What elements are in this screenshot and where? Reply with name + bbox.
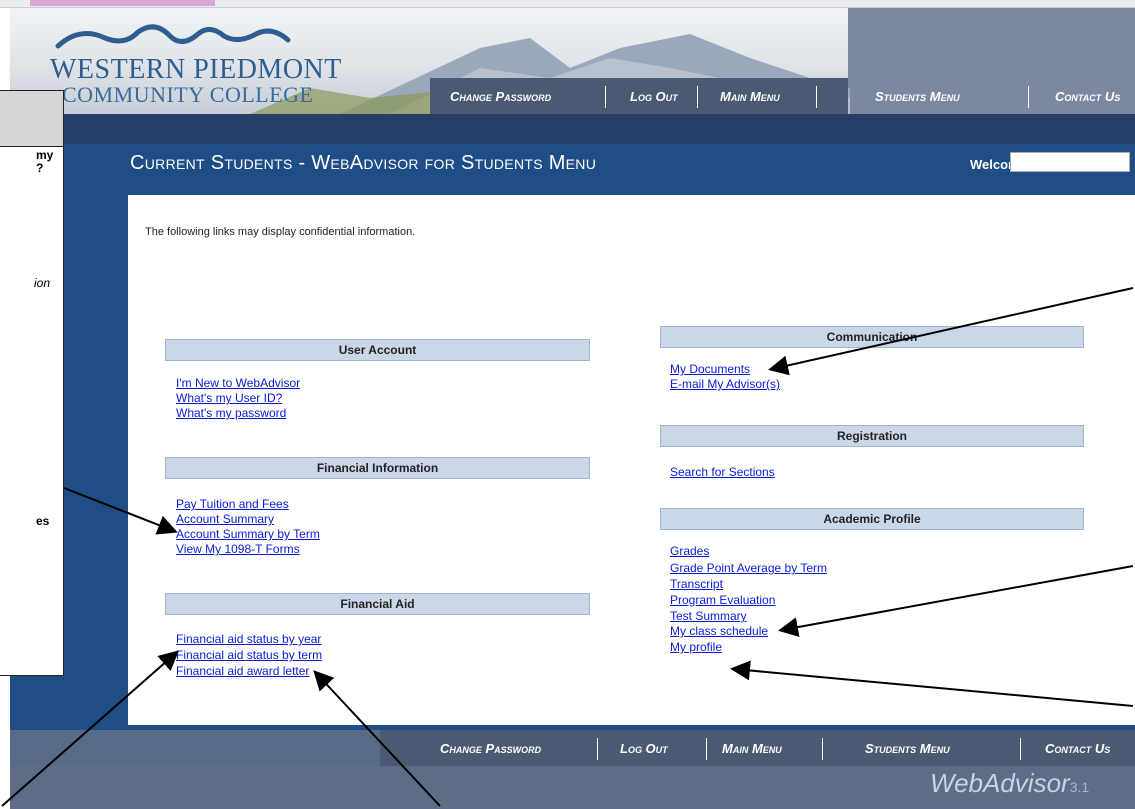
nav-change-password[interactable]: Change Password	[450, 89, 551, 104]
link-grades[interactable]: Grades	[670, 544, 709, 558]
section-header-user-account: User Account	[165, 339, 590, 361]
link-aid-award-letter[interactable]: Financial aid award letter	[176, 664, 309, 678]
section-header-registration: Registration	[660, 425, 1084, 447]
link-my-documents[interactable]: My Documents	[670, 362, 750, 376]
nav-contact-us[interactable]: Contact Us	[1055, 89, 1120, 104]
footer-left-panel	[10, 730, 430, 766]
top-strip	[0, 0, 1135, 8]
nav-divider	[605, 86, 606, 108]
footer-nav-divider	[822, 738, 823, 760]
top-nav: Change Password Log Out Main Menu Studen…	[430, 78, 1135, 114]
header: WESTERN PIEDMONT COMMUNITY COLLEGE Chang…	[10, 8, 1135, 114]
nav-students-menu[interactable]: Students Menu	[875, 89, 960, 104]
nav-main-menu[interactable]: Main Menu	[720, 89, 780, 104]
footer-nav-divider	[706, 738, 707, 760]
footer-nav-change-password[interactable]: Change Password	[440, 741, 541, 756]
webadvisor-brand: WebAdvisor3.1	[930, 768, 1089, 799]
link-whats-my-user-id[interactable]: What's my User ID?	[176, 391, 282, 405]
page-title: Current Students - WebAdvisor for Studen…	[130, 152, 597, 174]
band-strip	[10, 114, 1135, 144]
callout-fragment: my	[36, 148, 54, 162]
link-new-to-webadvisor[interactable]: I'm New to WebAdvisor	[176, 376, 300, 390]
link-email-advisor[interactable]: E-mail My Advisor(s)	[670, 377, 780, 391]
link-account-summary[interactable]: Account Summary	[176, 512, 274, 526]
callout-fragment: ?	[36, 161, 44, 175]
link-test-summary[interactable]: Test Summary	[670, 609, 747, 623]
footer-nav-log-out[interactable]: Log Out	[620, 741, 668, 756]
link-search-for-sections[interactable]: Search for Sections	[670, 465, 775, 479]
link-view-1098t-forms[interactable]: View My 1098-T Forms	[176, 542, 300, 556]
confidential-notice: The following links may display confiden…	[145, 226, 416, 238]
top-accent	[30, 0, 215, 6]
brand-version: 3.1	[1069, 779, 1090, 795]
link-aid-status-by-term[interactable]: Financial aid status by term	[176, 648, 322, 662]
footer-nav-divider	[597, 738, 598, 760]
footer-nav-divider	[1020, 738, 1021, 760]
link-pay-tuition[interactable]: Pay Tuition and Fees	[176, 497, 289, 511]
logo-subtitle: COMMUNITY COLLEGE	[62, 82, 314, 107]
link-whats-my-password[interactable]: What's my password	[176, 406, 286, 420]
link-gpa-by-term[interactable]: Grade Point Average by Term	[670, 561, 827, 575]
brand-name: WebAdvisor	[930, 768, 1070, 798]
page: WESTERN PIEDMONT COMMUNITY COLLEGE Chang…	[0, 0, 1135, 809]
section-header-communication: Communication	[660, 326, 1084, 348]
link-program-evaluation[interactable]: Program Evaluation	[670, 593, 775, 607]
callout-fragment: es	[36, 514, 50, 528]
link-account-summary-by-term[interactable]: Account Summary by Term	[176, 527, 320, 541]
welcome-user-field	[1010, 152, 1130, 172]
nav-divider	[697, 86, 698, 108]
nav-divider	[1028, 86, 1029, 108]
footer-nav-students-menu[interactable]: Students Menu	[865, 741, 950, 756]
footer-nav-contact-us[interactable]: Contact Us	[1045, 741, 1110, 756]
callout-fragment: ion	[34, 276, 51, 290]
link-my-class-schedule[interactable]: My class schedule	[670, 624, 768, 638]
link-transcript[interactable]: Transcript	[670, 577, 723, 591]
annotation-callout-box	[0, 90, 64, 676]
section-header-financial-information: Financial Information	[165, 457, 590, 479]
link-aid-status-by-year[interactable]: Financial aid status by year	[176, 632, 321, 646]
section-header-academic-profile: Academic Profile	[660, 508, 1084, 530]
nav-divider	[816, 86, 817, 108]
section-header-financial-aid: Financial Aid	[165, 593, 590, 615]
footer-nav-main-menu[interactable]: Main Menu	[722, 741, 782, 756]
nav-log-out[interactable]: Log Out	[630, 89, 678, 104]
annotation-callout-header	[0, 91, 63, 147]
link-my-profile[interactable]: My profile	[670, 640, 722, 654]
